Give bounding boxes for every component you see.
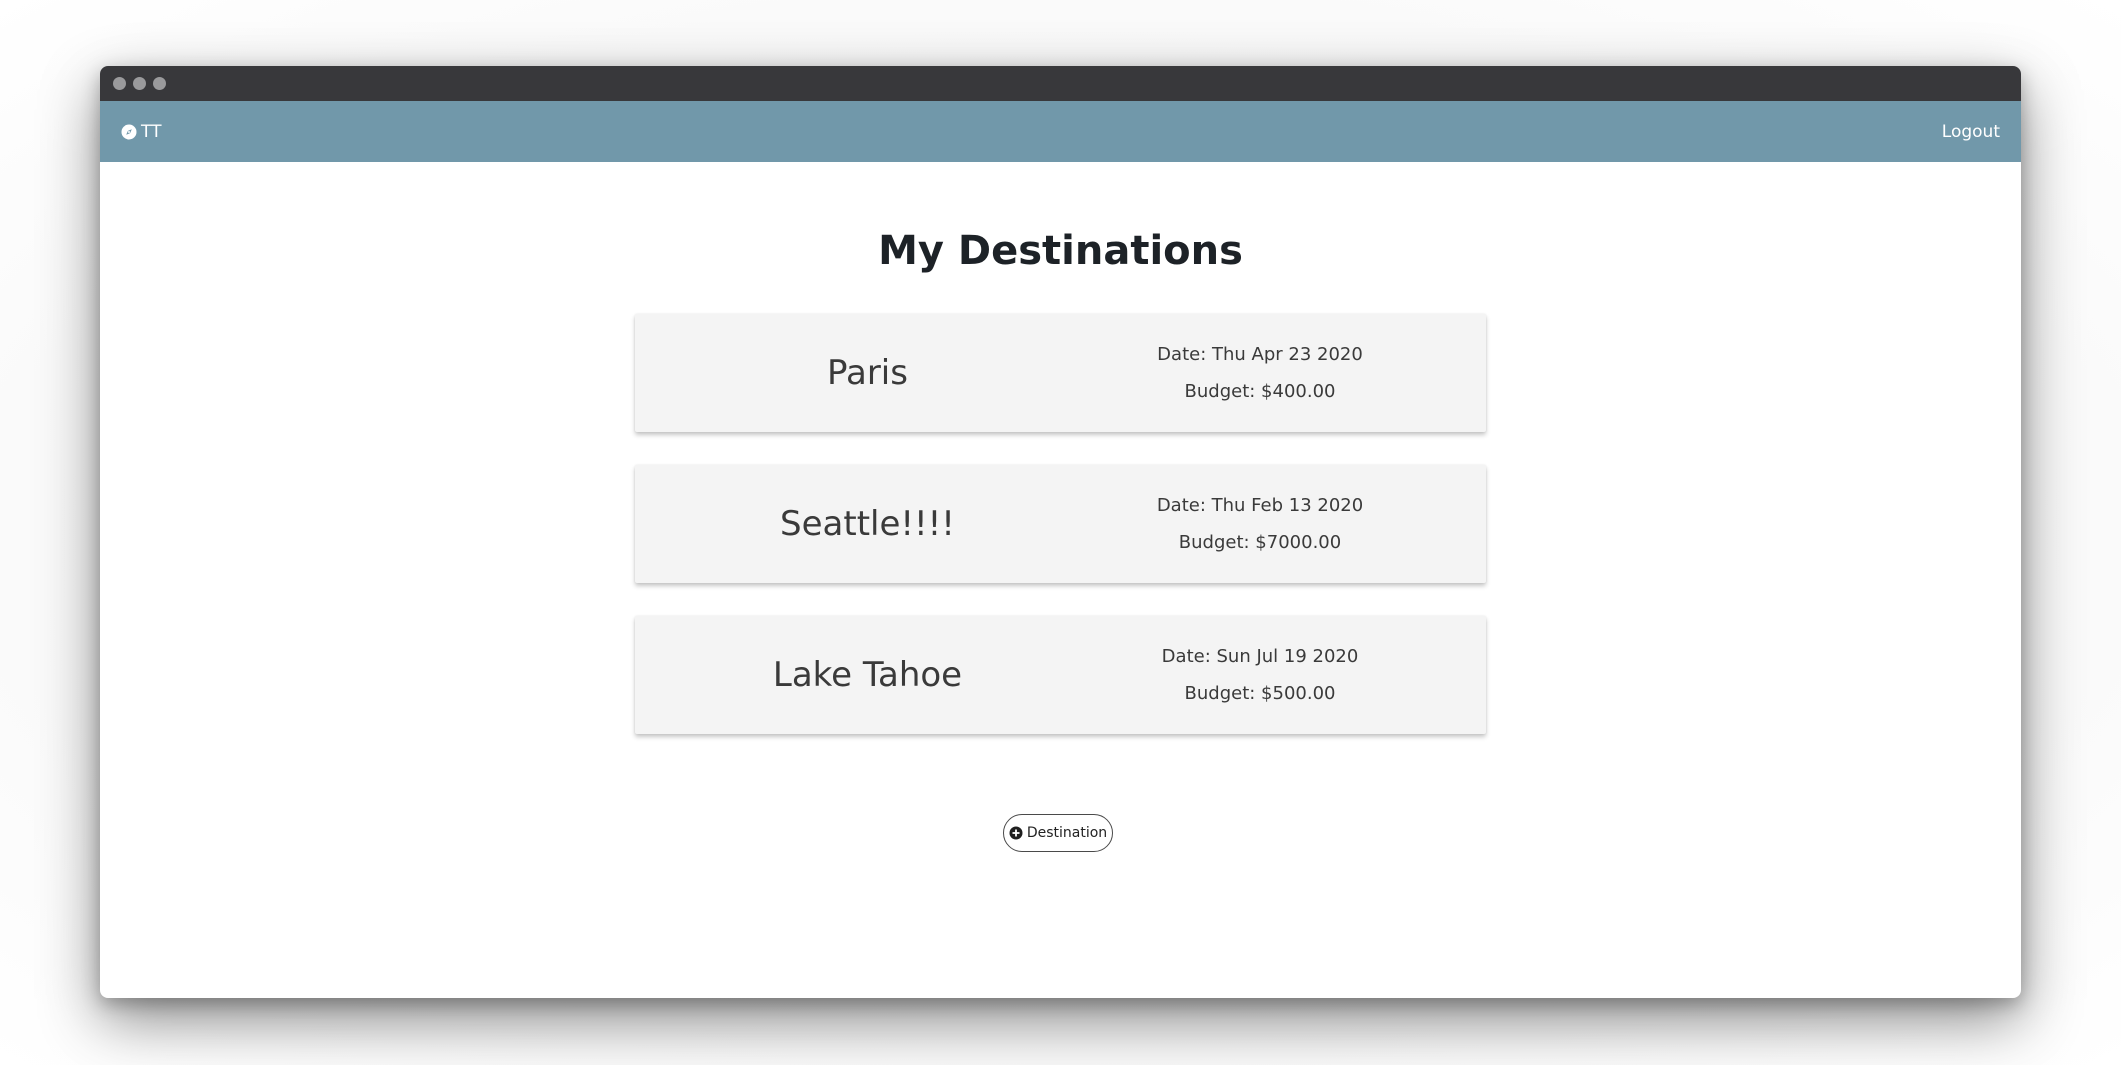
destination-budget: Budget: $400.00: [1184, 381, 1336, 402]
destination-budget: Budget: $7000.00: [1178, 532, 1342, 553]
compass-icon: [121, 124, 137, 140]
window-titlebar: [100, 66, 2021, 101]
destination-details: Date: Sun Jul 19 2020 Budget: $500.00: [1100, 616, 1420, 734]
add-destination-button[interactable]: Destination: [1003, 814, 1113, 852]
destination-name: Seattle!!!!: [780, 504, 955, 544]
destination-card[interactable]: Seattle!!!! Date: Thu Feb 13 2020 Budget…: [635, 465, 1486, 583]
browser-window: TT Logout My Destinations Paris Date: Th…: [100, 66, 2021, 998]
page-title: My Destinations: [878, 228, 1243, 274]
close-window-dot[interactable]: [113, 77, 126, 90]
destination-details: Date: Thu Feb 13 2020 Budget: $7000.00: [1100, 465, 1420, 583]
destination-name: Paris: [827, 353, 908, 393]
maximize-window-dot[interactable]: [153, 77, 166, 90]
add-destination-label: Destination: [1026, 825, 1108, 841]
destination-details: Date: Thu Apr 23 2020 Budget: $400.00: [1100, 314, 1420, 432]
destination-card[interactable]: Lake Tahoe Date: Sun Jul 19 2020 Budget:…: [635, 616, 1486, 734]
navbar: TT Logout: [100, 101, 2021, 162]
plus-circle-icon: [1009, 826, 1023, 840]
destination-date: Date: Thu Feb 13 2020: [1156, 495, 1364, 516]
destination-date: Date: Thu Apr 23 2020: [1157, 344, 1363, 365]
destination-budget: Budget: $500.00: [1184, 683, 1336, 704]
destination-name: Lake Tahoe: [772, 655, 963, 695]
brand-link[interactable]: TT: [121, 122, 161, 142]
destination-card[interactable]: Paris Date: Thu Apr 23 2020 Budget: $400…: [635, 314, 1486, 432]
brand-text: TT: [141, 121, 162, 142]
destination-date: Date: Sun Jul 19 2020: [1161, 646, 1359, 667]
logout-link[interactable]: Logout: [1942, 122, 2000, 142]
desktop-backdrop: TT Logout My Destinations Paris Date: Th…: [0, 0, 2121, 1065]
minimize-window-dot[interactable]: [133, 77, 146, 90]
main-content: My Destinations Paris Date: Thu Apr 23 2…: [100, 162, 2021, 998]
